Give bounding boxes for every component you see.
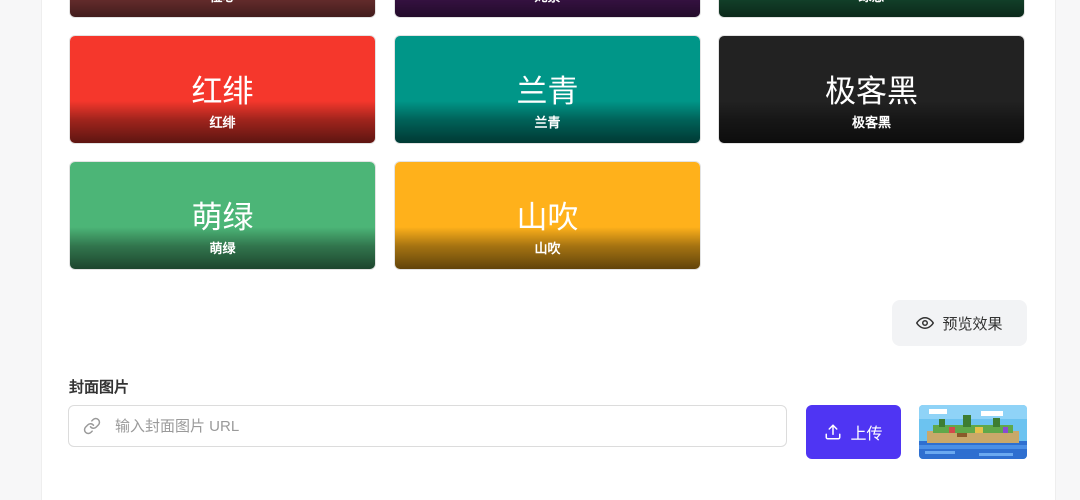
theme-card-jikehei[interactable]: 极客黑 极客黑 — [718, 35, 1025, 144]
theme-card-chazi[interactable]: 姹紫 姹紫 — [394, 0, 701, 18]
cover-url-input[interactable] — [113, 406, 786, 446]
theme-card-title: 红绯 — [191, 74, 254, 109]
theme-card-chengxin[interactable]: 橙心 橙心 — [69, 0, 376, 18]
theme-card-title: 山吹 — [516, 200, 579, 235]
cover-thumbnail[interactable] — [919, 405, 1027, 459]
upload-button[interactable]: 上传 — [806, 405, 901, 459]
upload-button-label: 上传 — [850, 426, 883, 443]
eye-icon — [916, 314, 935, 332]
cover-url-field — [68, 405, 787, 447]
theme-card-title: 极客黑 — [825, 74, 918, 109]
upload-icon — [824, 423, 842, 441]
theme-card-label: 萌绿 — [209, 241, 236, 256]
theme-card-label: 兰青 — [534, 115, 561, 130]
theme-card-menglv[interactable]: 萌绿 萌绿 — [69, 161, 376, 270]
theme-card-label: 橙心 — [70, 0, 375, 5]
theme-card-label: 山吹 — [534, 241, 561, 256]
theme-card-hongfei[interactable]: 红绯 红绯 — [69, 35, 376, 144]
theme-card-label: 绿意 — [719, 0, 1024, 5]
theme-card-title: 兰青 — [516, 74, 579, 109]
cover-image-label: 封面图片 — [69, 379, 130, 396]
theme-card-shanchui[interactable]: 山吹 山吹 — [394, 161, 701, 270]
theme-card-label: 姹紫 — [395, 0, 700, 5]
preview-button[interactable]: 预览效果 — [892, 300, 1027, 346]
theme-card-lvyi[interactable]: 绿意 绿意 — [718, 0, 1025, 18]
theme-card-lanqing[interactable]: 兰青 兰青 — [394, 35, 701, 144]
theme-card-label: 红绯 — [209, 115, 236, 130]
preview-button-label: 预览效果 — [942, 315, 1003, 333]
theme-card-title: 萌绿 — [191, 200, 254, 235]
theme-card-label: 极客黑 — [851, 115, 891, 130]
link-icon — [83, 416, 103, 436]
